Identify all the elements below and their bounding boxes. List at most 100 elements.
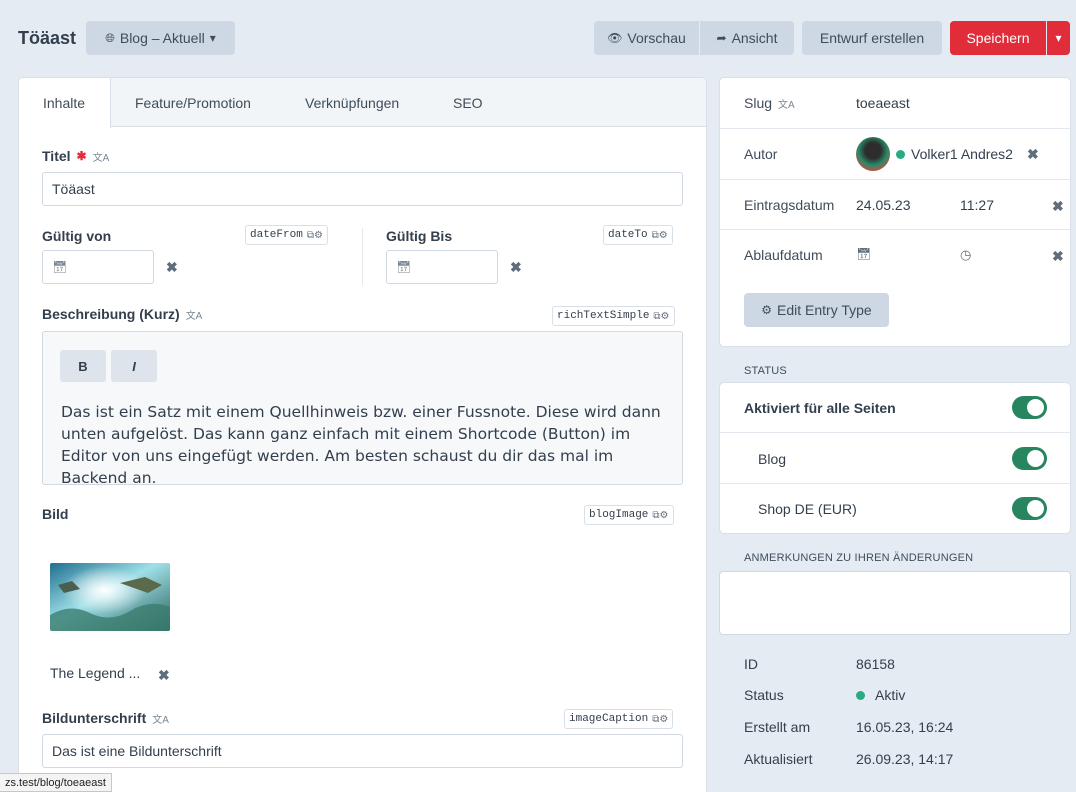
tab-seo[interactable]: SEO <box>429 78 507 127</box>
author-name: Volker1 Andres2 <box>911 146 1013 162</box>
date-to-input[interactable]: 📅︎ <box>386 250 498 284</box>
slug-label-text: Slug <box>744 95 773 111</box>
slug-label: Slug 文A <box>744 95 795 111</box>
updated-label: Aktualisiert <box>744 751 813 767</box>
id-value: 86158 <box>856 656 895 672</box>
bold-button[interactable]: B <box>60 350 106 382</box>
expiry-time-input[interactable]: ◷ <box>960 247 971 263</box>
expiry-date-input[interactable]: 📅︎ <box>856 247 871 261</box>
all-sites-toggle[interactable] <box>1012 396 1047 419</box>
translate-icon: 文A <box>92 152 110 164</box>
author-label: Autor <box>744 146 778 162</box>
blog-site-label: Blog <box>758 451 787 467</box>
description-handle[interactable]: richTextSimple ⧉⚙ <box>552 306 675 326</box>
status-panel: Aktiviert für alle Seiten Blog Shop DE (… <box>719 382 1071 534</box>
created-value: 16.05.23, 16:24 <box>856 719 954 735</box>
clear-date-to-icon[interactable]: ✖ <box>510 259 522 276</box>
save-button[interactable]: Speichern <box>950 21 1046 55</box>
author-value[interactable]: Volker1 Andres2 ✖ <box>856 137 1039 171</box>
clear-entry-date-icon[interactable]: ✖ <box>1052 198 1064 215</box>
edit-entry-type-label: Edit Entry Type <box>777 302 872 318</box>
status-row-shop-de: Shop DE (EUR) <box>720 484 1070 534</box>
caption-field-label: Bildunterschrift 文A <box>42 710 169 726</box>
entry-date-input[interactable]: 24.05.23 <box>856 197 911 213</box>
online-status-icon <box>896 149 905 159</box>
site-select-button[interactable]: 🌐︎ Blog – Aktuell ▾ <box>86 21 235 55</box>
tab-feature-promotion[interactable]: Feature/Promotion <box>111 78 275 127</box>
image-handle-text: blogImage <box>589 509 649 521</box>
image-handle[interactable]: blogImage ⧉⚙ <box>584 505 674 525</box>
save-label: Speichern <box>966 30 1030 46</box>
caption-handle[interactable]: imageCaption ⧉⚙ <box>564 709 674 729</box>
caption-input[interactable]: Das ist eine Bildunterschrift <box>42 734 683 768</box>
view-label: Ansicht <box>731 30 778 46</box>
view-button[interactable]: ➦ Ansicht <box>700 21 794 55</box>
all-sites-label: Aktiviert für alle Seiten <box>744 400 896 416</box>
tab-inhalte[interactable]: Inhalte <box>19 78 111 128</box>
info-created-row: Erstellt am 16.05.23, 16:24 <box>744 719 1064 739</box>
entry-time-input[interactable]: 11:27 <box>960 197 994 213</box>
preview-button[interactable]: 👁︎ Vorschau <box>594 21 699 55</box>
remove-author-icon[interactable]: ✖ <box>1027 146 1039 163</box>
description-text[interactable]: Das ist ein Satz mit einem Quellhinweis … <box>61 401 671 489</box>
caption-label-text: Bildunterschrift <box>42 710 147 726</box>
title-input[interactable]: Töäast <box>42 172 683 206</box>
entry-date-label: Eintragsdatum <box>744 197 835 213</box>
info-id-row: ID 86158 <box>744 656 1064 676</box>
clock-icon: ◷ <box>960 247 972 262</box>
italic-button[interactable]: I <box>111 350 157 382</box>
remove-image-icon[interactable]: ✖ <box>158 667 170 684</box>
expiry-date-row: Ablaufdatum 📅︎ ◷ ✖ <box>720 230 1070 281</box>
column-divider <box>362 228 363 285</box>
date-to-handle[interactable]: dateTo ⧉⚙ <box>603 225 673 245</box>
description-rich-text-editor[interactable]: B I Das ist ein Satz mit einem Quellhinw… <box>42 331 683 487</box>
image-thumbnail[interactable] <box>50 563 170 631</box>
chevron-down-icon: ▾ <box>1055 31 1062 45</box>
description-handle-text: richTextSimple <box>557 310 650 322</box>
calendar-icon: 📅︎ <box>52 260 68 274</box>
revision-notes-textarea[interactable] <box>719 571 1071 635</box>
slug-row: Slug 文A toeaeast <box>720 78 1070 129</box>
clear-date-from-icon[interactable]: ✖ <box>166 259 178 276</box>
blog-site-toggle[interactable] <box>1012 447 1047 470</box>
copy-settings-icon: ⧉⚙ <box>653 310 670 322</box>
required-asterisk-icon: ✱ <box>76 149 87 163</box>
info-status-row: Status Aktiv <box>744 687 1064 707</box>
tab-verknuepfungen[interactable]: Verknüpfungen <box>281 78 423 127</box>
title-label-text: Titel <box>42 148 71 164</box>
avatar <box>856 137 890 171</box>
translate-icon: 文A <box>185 310 203 322</box>
info-updated-row: Aktualisiert 26.09.23, 14:17 <box>744 751 1064 771</box>
id-label: ID <box>744 656 758 672</box>
date-from-input[interactable]: 📅︎ <box>42 250 154 284</box>
description-field-label: Beschreibung (Kurz) 文A <box>42 306 202 322</box>
created-label: Erstellt am <box>744 719 811 735</box>
date-to-handle-text: dateTo <box>608 229 648 241</box>
edit-entry-type-button[interactable]: ⚙ Edit Entry Type <box>744 293 889 327</box>
chevron-down-icon: ▾ <box>209 31 216 45</box>
status-value: Aktiv <box>856 687 905 703</box>
gear-icon: ⚙ <box>761 303 773 317</box>
image-filename: The Legend ... <box>50 665 141 681</box>
link-url-tooltip: zs.test/blog/toeaeast <box>0 773 112 792</box>
create-draft-label: Entwurf erstellen <box>819 30 925 46</box>
create-draft-button[interactable]: Entwurf erstellen <box>802 21 942 55</box>
date-from-handle[interactable]: dateFrom ⧉⚙ <box>245 225 328 245</box>
copy-settings-icon: ⧉⚙ <box>652 509 669 521</box>
page-title: Töäast <box>18 28 77 48</box>
slug-input[interactable]: toeaeast <box>856 95 910 111</box>
calendar-icon: 📅︎ <box>856 247 872 261</box>
expiry-date-label: Ablaufdatum <box>744 247 823 263</box>
clear-expiry-date-icon[interactable]: ✖ <box>1052 248 1064 265</box>
preview-label: Vorschau <box>627 30 686 46</box>
author-row: Autor Volker1 Andres2 ✖ <box>720 129 1070 180</box>
status-value-text: Aktiv <box>875 687 906 703</box>
site-select-label: Blog – Aktuell <box>119 30 205 46</box>
globe-icon: 🌐︎ <box>105 31 115 45</box>
date-from-label: Gültig von <box>42 228 112 244</box>
shop-de-site-toggle[interactable] <box>1012 497 1047 520</box>
title-field-label: Titel ✱ 文A <box>42 148 109 164</box>
save-menu-button[interactable]: ▾ <box>1047 21 1070 55</box>
page-header: Töäast 🌐︎ Blog – Aktuell ▾ 👁︎ Vorschau ➦… <box>0 0 1076 76</box>
share-arrow-icon: ➦ <box>716 31 727 45</box>
